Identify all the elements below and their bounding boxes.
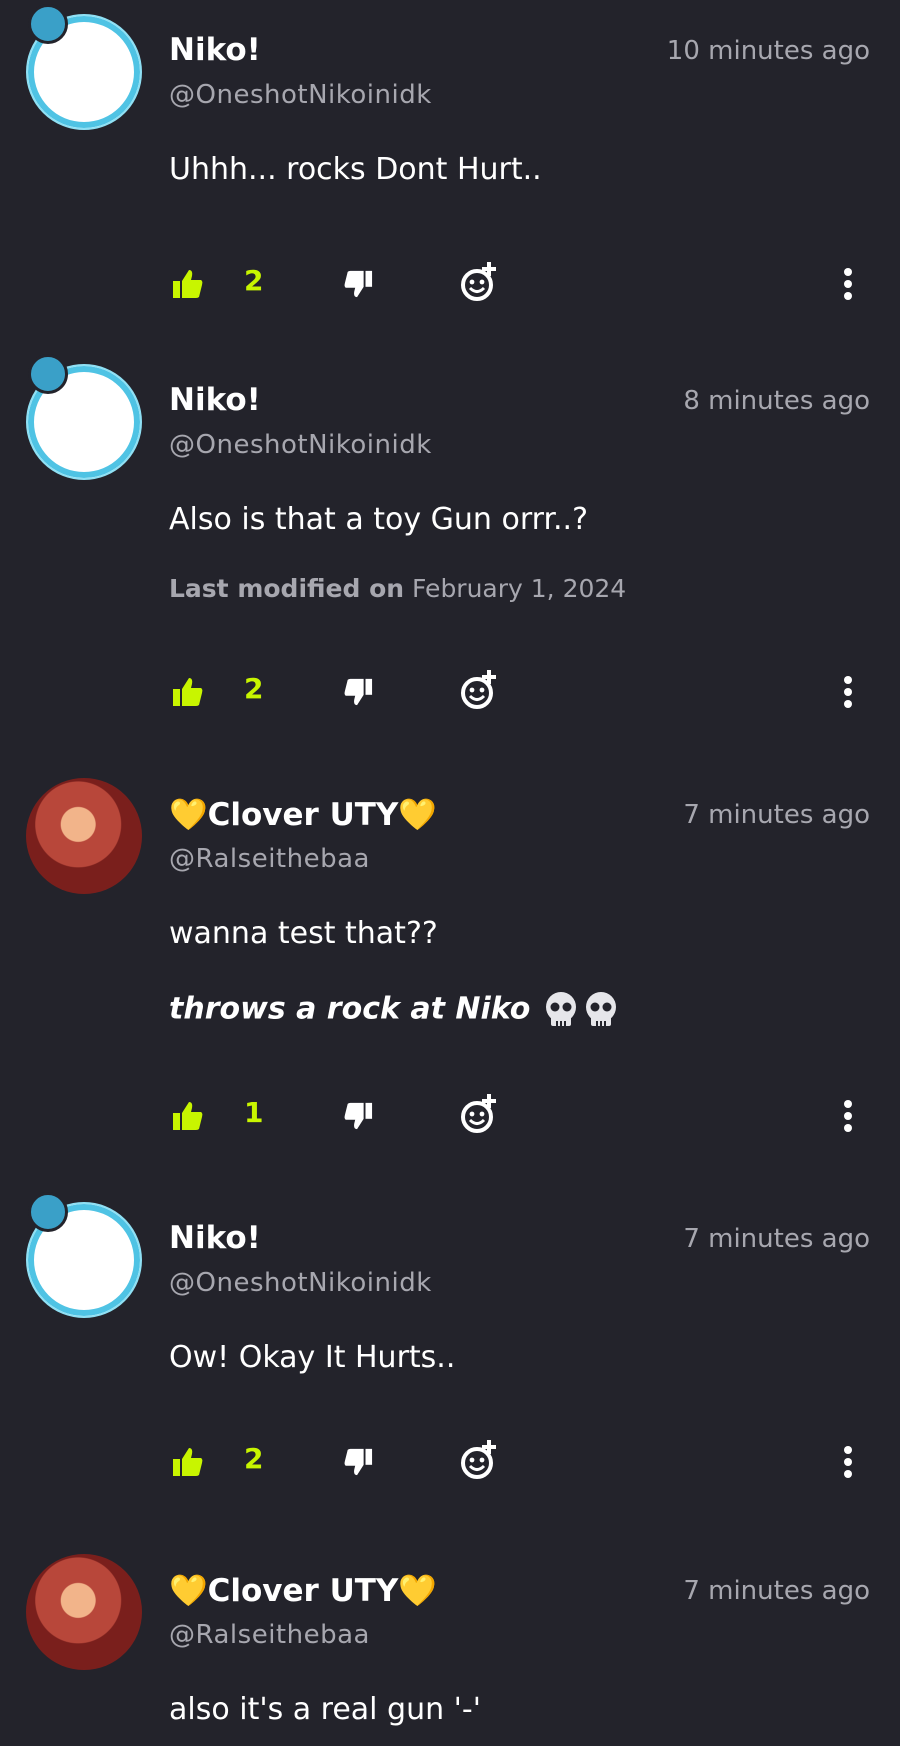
comment-text-action: throws a rock at Niko xyxy=(169,990,621,1030)
avatar[interactable] xyxy=(26,1554,142,1670)
add-reaction-icon[interactable] xyxy=(460,1094,498,1134)
thumbs-down-icon[interactable] xyxy=(343,676,373,708)
skull-icon xyxy=(585,992,616,1026)
author-name-text: Clover UTY xyxy=(207,1573,399,1609)
last-modified: Last modified on February 1, 2024 xyxy=(169,574,626,603)
skull-icon xyxy=(545,992,576,1026)
like-count: 2 xyxy=(244,672,264,705)
badge-icon xyxy=(28,4,68,44)
more-options-icon[interactable] xyxy=(843,268,853,300)
thumbs-up-icon[interactable] xyxy=(172,1100,204,1132)
add-reaction-icon[interactable] xyxy=(460,262,498,302)
add-reaction-icon[interactable] xyxy=(460,1440,498,1480)
badge-icon xyxy=(28,1192,68,1232)
comment-actions: 2 xyxy=(0,670,900,720)
comment-text-action-label: throws a rock at Niko xyxy=(169,991,531,1027)
comment-text: also it's a real gun '-' xyxy=(169,1692,481,1727)
author-name[interactable]: Niko! xyxy=(169,382,261,418)
comment-actions: 2 xyxy=(0,262,900,312)
thumbs-down-icon[interactable] xyxy=(343,1100,373,1132)
avatar[interactable] xyxy=(26,778,142,894)
comment-actions: 1 xyxy=(0,1094,900,1144)
thumbs-up-icon[interactable] xyxy=(172,1446,204,1478)
timestamp: 7 minutes ago xyxy=(683,800,870,830)
timestamp: 7 minutes ago xyxy=(683,1224,870,1254)
more-options-icon[interactable] xyxy=(843,1446,853,1478)
last-modified-date: February 1, 2024 xyxy=(412,574,627,603)
author-name[interactable]: 💛Clover UTY💛 xyxy=(169,1572,437,1609)
author-name[interactable]: 💛Clover UTY💛 xyxy=(169,796,437,833)
author-handle[interactable]: @OneshotNikoinidk xyxy=(169,430,432,460)
avatar[interactable] xyxy=(26,4,142,130)
thumbs-up-icon[interactable] xyxy=(172,268,204,300)
author-name-text: Clover UTY xyxy=(207,797,399,833)
badge-icon xyxy=(28,354,68,394)
heart-icon: 💛 xyxy=(169,797,208,833)
thumbs-up-icon[interactable] xyxy=(172,676,204,708)
comment-text: Also is that a toy Gun orrr..? xyxy=(169,502,589,537)
author-name[interactable]: Niko! xyxy=(169,32,261,68)
heart-icon: 💛 xyxy=(169,1573,208,1609)
comment-text: Ow! Okay It Hurts.. xyxy=(169,1340,456,1375)
comment-actions: 2 xyxy=(0,1440,900,1490)
last-modified-label: Last modified on xyxy=(169,574,405,603)
author-name[interactable]: Niko! xyxy=(169,1220,261,1256)
more-options-icon[interactable] xyxy=(843,676,853,708)
comment-text: wanna test that?? xyxy=(169,916,438,951)
heart-icon: 💛 xyxy=(398,797,437,833)
avatar[interactable] xyxy=(26,1192,142,1318)
timestamp: 8 minutes ago xyxy=(683,386,870,416)
author-handle[interactable]: @Ralseithebaa xyxy=(169,1620,370,1650)
like-count: 2 xyxy=(244,264,264,297)
like-count: 1 xyxy=(244,1096,264,1129)
like-count: 2 xyxy=(244,1442,264,1475)
author-handle[interactable]: @OneshotNikoinidk xyxy=(169,1268,432,1298)
avatar[interactable] xyxy=(26,354,142,480)
author-handle[interactable]: @OneshotNikoinidk xyxy=(169,80,432,110)
heart-icon: 💛 xyxy=(398,1573,437,1609)
thumbs-down-icon[interactable] xyxy=(343,268,373,300)
timestamp: 10 minutes ago xyxy=(666,36,870,66)
thumbs-down-icon[interactable] xyxy=(343,1446,373,1478)
add-reaction-icon[interactable] xyxy=(460,670,498,710)
comment-text: Uhhh... rocks Dont Hurt.. xyxy=(169,152,542,187)
timestamp: 7 minutes ago xyxy=(683,1576,870,1606)
more-options-icon[interactable] xyxy=(843,1100,853,1132)
author-handle[interactable]: @Ralseithebaa xyxy=(169,844,370,874)
